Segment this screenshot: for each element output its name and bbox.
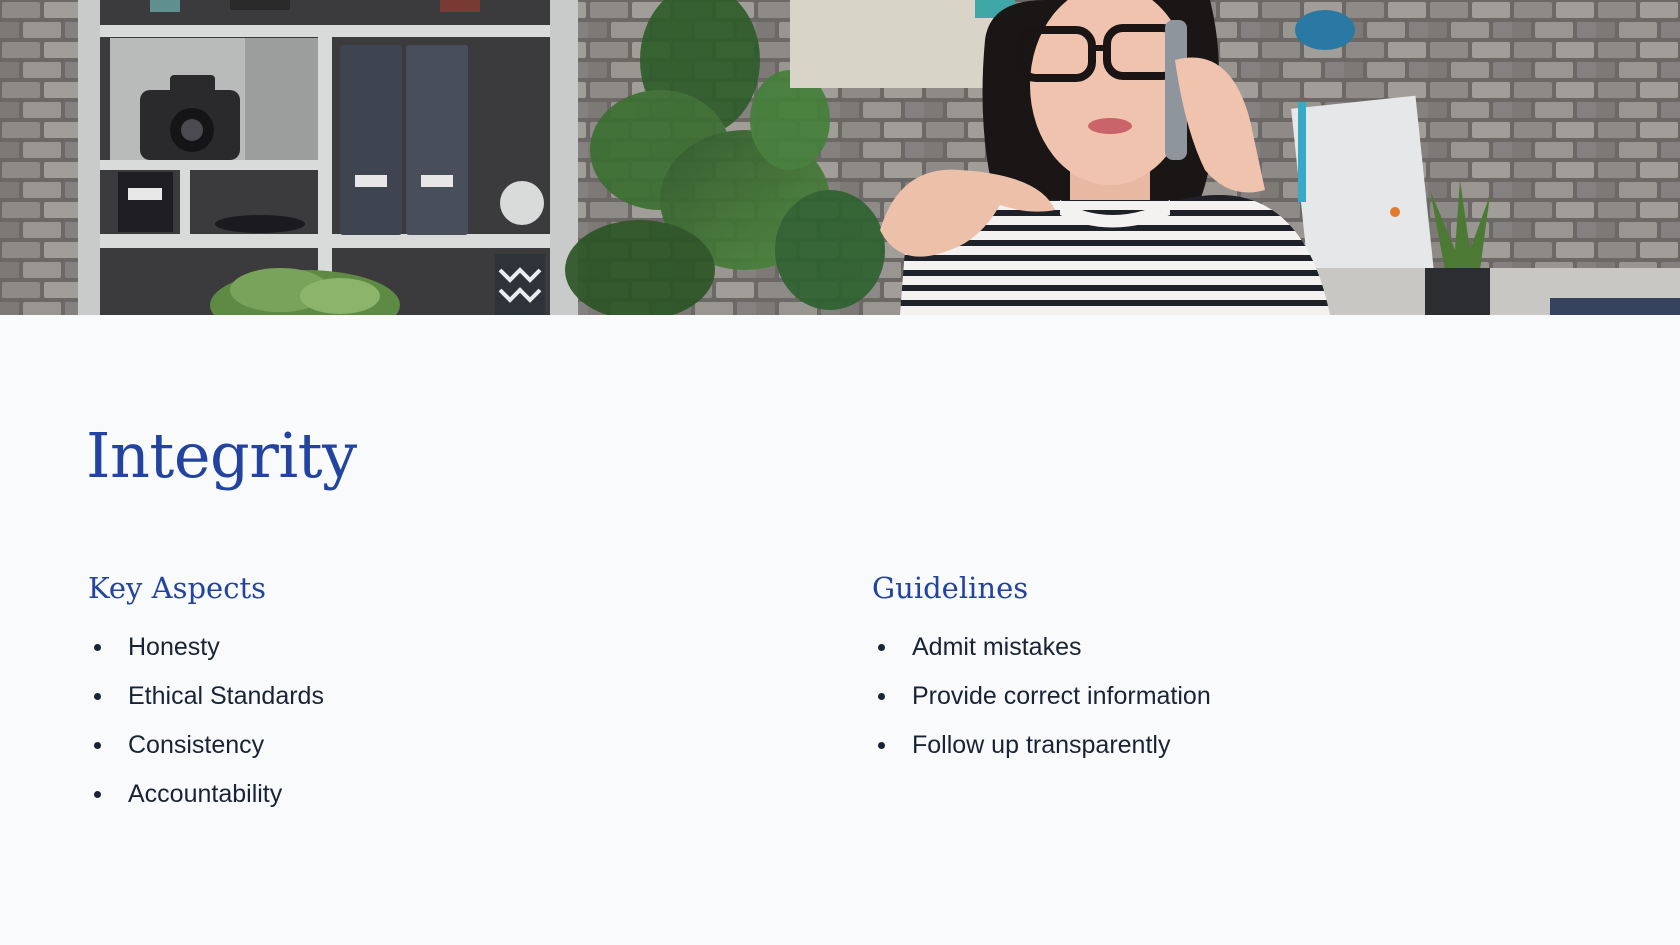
bullet-icon (94, 741, 101, 749)
list-item-label: Follow up transparently (912, 730, 1171, 759)
list-item-label: Provide correct information (912, 681, 1211, 710)
list-item: Admit mistakes (872, 627, 1572, 676)
guidelines-list: Admit mistakes Provide correct informati… (872, 627, 1572, 774)
list-item: Ethical Standards (88, 676, 788, 725)
list-item: Consistency (88, 725, 788, 774)
list-item-label: Admit mistakes (912, 632, 1082, 661)
hero-photo (0, 0, 1680, 315)
list-item: Honesty (88, 627, 788, 676)
bullet-icon (878, 692, 885, 700)
bullet-icon (878, 643, 885, 651)
slide-content: Integrity Key Aspects Honesty Ethical St… (0, 315, 1680, 945)
list-item-label: Consistency (128, 730, 265, 759)
guidelines-heading: Guidelines (872, 571, 1029, 605)
list-item-label: Honesty (128, 632, 220, 661)
list-item-label: Accountability (128, 779, 283, 808)
list-item-label: Ethical Standards (128, 681, 324, 710)
bullet-icon (94, 790, 101, 798)
slide-title: Integrity (86, 419, 357, 492)
key-aspects-heading: Key Aspects (88, 571, 266, 605)
bullet-icon (94, 692, 101, 700)
key-aspects-section: Key Aspects Honesty Ethical Standards Co… (88, 571, 788, 823)
bullet-icon (878, 741, 885, 749)
bullet-icon (94, 643, 101, 651)
guidelines-section: Guidelines Admit mistakes Provide correc… (872, 571, 1572, 774)
bookshelf (78, 0, 578, 315)
key-aspects-list: Honesty Ethical Standards Consistency Ac… (88, 627, 788, 823)
list-item: Follow up transparently (872, 725, 1572, 774)
office-scene-illustration (0, 0, 1680, 315)
list-item: Accountability (88, 774, 788, 823)
list-item: Provide correct information (872, 676, 1572, 725)
